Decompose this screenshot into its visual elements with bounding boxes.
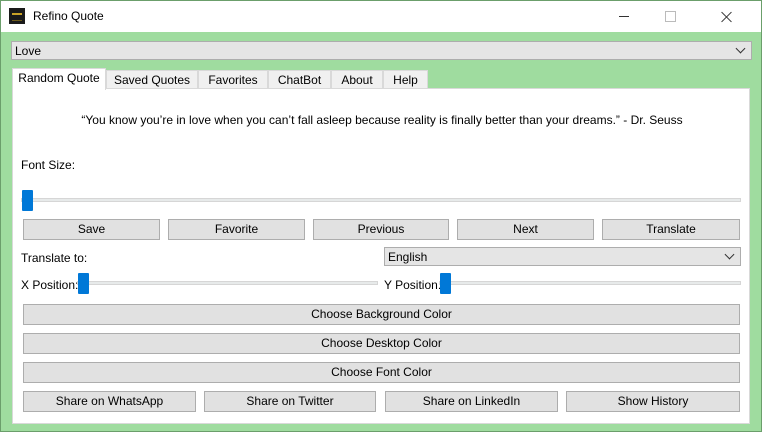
maximize-icon <box>664 11 676 22</box>
app-window: Refino Quote Love Random Quote Saved Quo… <box>0 0 762 432</box>
x-position-slider-track <box>77 281 378 285</box>
close-icon <box>721 11 733 23</box>
share-twitter-button[interactable]: Share on Twitter <box>204 391 376 412</box>
random-quote-panel: “You know you’re in love when you can’t … <box>12 88 750 424</box>
window-title: Refino Quote <box>33 9 104 23</box>
font-size-slider[interactable] <box>22 190 33 211</box>
close-button[interactable] <box>693 1 761 32</box>
maximize-button[interactable] <box>647 1 693 32</box>
tab-chatbot[interactable]: ChatBot <box>268 70 331 89</box>
client-area: Love Random Quote Saved Quotes Favorites… <box>1 32 761 431</box>
language-select-value: English <box>388 250 428 264</box>
previous-button[interactable]: Previous <box>313 219 449 240</box>
x-position-slider[interactable] <box>78 273 89 294</box>
language-select[interactable]: English <box>384 247 741 266</box>
next-button[interactable]: Next <box>457 219 594 240</box>
title-bar[interactable]: Refino Quote <box>1 1 761 32</box>
choose-desktop-color-button[interactable]: Choose Desktop Color <box>23 333 740 354</box>
share-whatsapp-button[interactable]: Share on WhatsApp <box>23 391 196 412</box>
save-button[interactable]: Save <box>23 219 160 240</box>
category-select-value: Love <box>15 44 42 58</box>
font-size-label: Font Size: <box>21 158 76 172</box>
x-position-label: X Position: <box>21 278 79 292</box>
show-history-button[interactable]: Show History <box>566 391 740 412</box>
y-position-label: Y Position: <box>384 278 442 292</box>
app-icon <box>9 8 25 24</box>
chevron-down-icon <box>725 251 736 262</box>
choose-font-color-button[interactable]: Choose Font Color <box>23 362 740 383</box>
y-position-slider-track <box>439 281 741 285</box>
tab-about[interactable]: About <box>331 70 383 89</box>
chevron-down-icon <box>736 45 747 56</box>
tab-favorites[interactable]: Favorites <box>198 70 268 89</box>
category-select[interactable]: Love <box>11 41 752 60</box>
minimize-button[interactable] <box>601 1 647 32</box>
tab-random-quote[interactable]: Random Quote <box>12 68 106 90</box>
font-size-slider-track <box>21 198 741 202</box>
quote-text: “You know you’re in love when you can’t … <box>81 113 683 127</box>
minimize-icon <box>619 16 629 17</box>
tab-saved-quotes[interactable]: Saved Quotes <box>106 70 198 89</box>
share-linkedin-button[interactable]: Share on LinkedIn <box>385 391 558 412</box>
translate-button[interactable]: Translate <box>602 219 740 240</box>
y-position-slider[interactable] <box>440 273 451 294</box>
favorite-button[interactable]: Favorite <box>168 219 305 240</box>
translate-to-label: Translate to: <box>21 251 88 265</box>
tab-help[interactable]: Help <box>383 70 428 89</box>
choose-background-color-button[interactable]: Choose Background Color <box>23 304 740 325</box>
